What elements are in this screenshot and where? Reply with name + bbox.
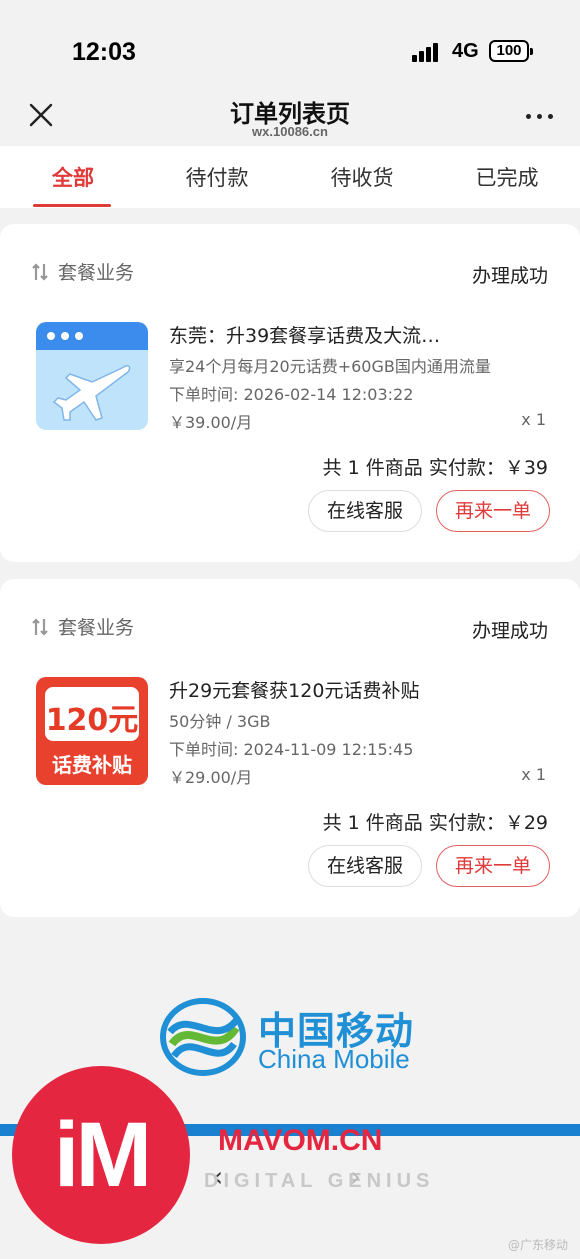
product-description: 享24个月每月20元话费+60GB国内通用流量 bbox=[169, 357, 491, 376]
sort-icon bbox=[32, 262, 48, 281]
page-domain: wx.10086.cn bbox=[252, 124, 328, 139]
order-category-label: 套餐业务 bbox=[58, 617, 135, 639]
product-image[interactable]: 120元 话费补贴 bbox=[36, 677, 148, 785]
order-card: 套餐业务 办理成功 东莞：升39套餐享话费及大流… 享24个月每月20元话费+6… bbox=[0, 224, 580, 562]
more-icon[interactable] bbox=[526, 112, 556, 122]
order-card: 套餐业务 办理成功 120元 话费补贴 升29元套餐获120元话费补贴 50分钟… bbox=[0, 579, 580, 917]
china-mobile-logo-icon bbox=[160, 998, 246, 1076]
watermark-tagline: DIGITAL GENIUS bbox=[204, 1170, 435, 1192]
network-type: 4G bbox=[452, 40, 479, 62]
brand-name-en: China Mobile bbox=[258, 1044, 410, 1074]
watermark-credit: @广东移动 bbox=[507, 1238, 568, 1252]
order-status: 办理成功 bbox=[471, 265, 548, 287]
order-summary: 共 1 件商品 实付款：￥39 bbox=[322, 457, 548, 479]
active-tab-indicator bbox=[33, 204, 111, 207]
sort-icon bbox=[32, 617, 48, 636]
watermark-badge: iM bbox=[12, 1066, 190, 1244]
product-title[interactable]: 东莞：升39套餐享话费及大流… bbox=[169, 321, 440, 348]
tab-pending-delivery[interactable]: 待收货 bbox=[302, 162, 422, 192]
product-quantity: x 1 bbox=[521, 765, 546, 784]
tab-all[interactable]: 全部 bbox=[13, 162, 133, 192]
product-image[interactable] bbox=[36, 322, 148, 430]
order-summary: 共 1 件商品 实付款：￥29 bbox=[322, 812, 548, 834]
tab-completed[interactable]: 已完成 bbox=[447, 162, 567, 192]
status-bar: 12:03 4G 100 bbox=[0, 0, 580, 90]
tab-pending-payment[interactable]: 待付款 bbox=[157, 162, 277, 192]
order-time: 下单时间: 2024-11-09 12:15:45 bbox=[169, 740, 414, 759]
order-tabs: 全部 待付款 待收货 已完成 bbox=[0, 146, 580, 208]
product-price: ￥39.00/月 bbox=[169, 413, 253, 432]
reorder-button[interactable]: 再来一单 bbox=[436, 845, 550, 887]
online-service-button[interactable]: 在线客服 bbox=[308, 490, 422, 532]
order-category: 套餐业务 bbox=[30, 613, 134, 640]
airplane-icon bbox=[36, 322, 148, 430]
battery-icon: 100 bbox=[489, 40, 533, 62]
status-time: 12:03 bbox=[72, 38, 136, 66]
order-status: 办理成功 bbox=[471, 620, 548, 642]
product-price: ￥29.00/月 bbox=[169, 768, 253, 787]
coupon-caption: 话费补贴 bbox=[52, 753, 132, 777]
product-title[interactable]: 升29元套餐获120元话费补贴 bbox=[169, 676, 419, 703]
product-description: 50分钟 / 3GB bbox=[169, 712, 271, 731]
signal-icon bbox=[412, 42, 442, 62]
coupon-amount: 120元 bbox=[45, 703, 139, 738]
reorder-button[interactable]: 再来一单 bbox=[436, 490, 550, 532]
order-time: 下单时间: 2026-02-14 12:03:22 bbox=[169, 385, 414, 404]
chevron-right-icon[interactable]: › bbox=[350, 1160, 361, 1193]
order-category: 套餐业务 bbox=[30, 258, 134, 285]
watermark-site: MAVOM.CN bbox=[218, 1124, 383, 1157]
online-service-button[interactable]: 在线客服 bbox=[308, 845, 422, 887]
order-category-label: 套餐业务 bbox=[58, 262, 135, 284]
china-mobile-logo: 中国移动 China Mobile bbox=[160, 998, 430, 1078]
nav-bar: 订单列表页 wx.10086.cn bbox=[0, 90, 580, 146]
product-quantity: x 1 bbox=[521, 410, 546, 429]
